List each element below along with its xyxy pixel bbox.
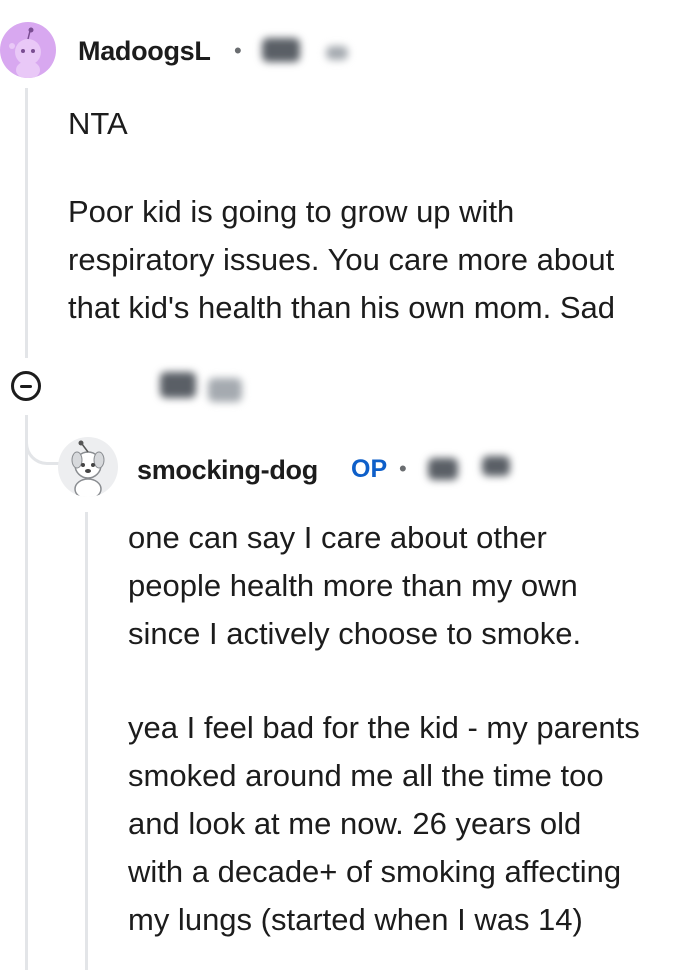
comment-author[interactable]: MadoogsL [78, 36, 211, 67]
comment-author[interactable]: smocking-dog [137, 455, 318, 486]
meta-separator: • [399, 456, 407, 481]
snoo-avatar-icon [71, 440, 105, 497]
comment-paragraph: one can say I care about other people he… [128, 520, 582, 651]
comment-paragraph: yea I feel bad for the kid - my parents … [128, 710, 640, 937]
snoo-avatar-icon [9, 27, 41, 78]
redacted-meta [326, 46, 348, 60]
comment-paragraph: NTA [68, 106, 128, 141]
op-badge: OP [351, 455, 388, 483]
thread-connector [25, 415, 59, 465]
redacted-action [208, 378, 242, 402]
user-avatar-smocking-dog[interactable] [58, 437, 118, 497]
meta-separator: • [234, 38, 242, 63]
comment-paragraph: Poor kid is going to grow up with respir… [68, 194, 615, 325]
collapse-thread-icon[interactable] [11, 371, 41, 401]
redacted-action [160, 372, 196, 398]
thread-line-parent[interactable] [25, 88, 28, 358]
redacted-meta [482, 456, 510, 476]
thread-line-reply[interactable] [85, 512, 88, 970]
thread-line-root[interactable] [25, 415, 28, 970]
redacted-timestamp [428, 458, 458, 480]
user-avatar-madoogsl[interactable] [0, 22, 56, 78]
redacted-timestamp [262, 38, 300, 62]
